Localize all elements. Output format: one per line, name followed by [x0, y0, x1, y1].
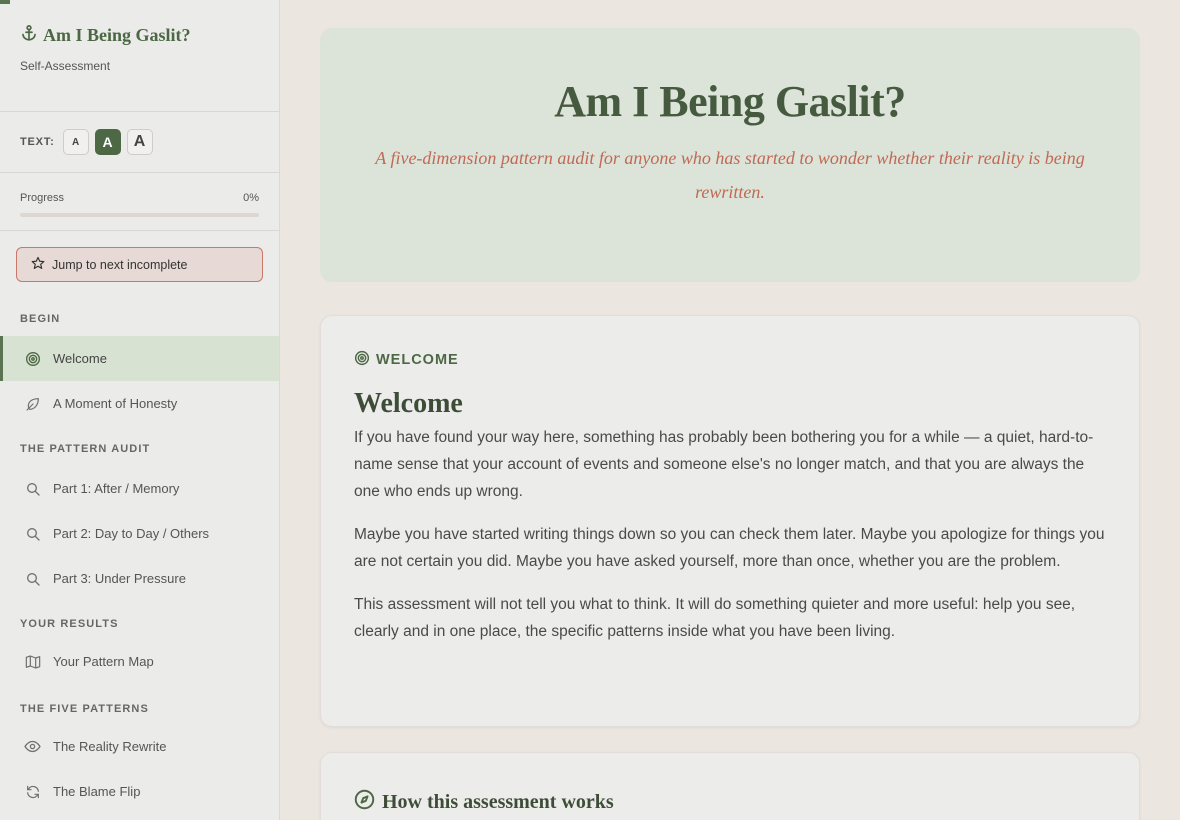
progress-bar [20, 213, 259, 217]
brand-subtitle: Self-Assessment [20, 59, 111, 73]
how-it-works-heading: How this assessment works [354, 789, 1106, 816]
nav-item-label: Welcome [53, 351, 107, 366]
nav-item-part-2[interactable]: Part 2: Day to Day / Others [0, 511, 279, 556]
refresh-icon [24, 783, 41, 800]
progress-panel: Progress 0% [0, 173, 279, 231]
anchor-icon [20, 24, 38, 47]
brand-title-text: Am I Being Gaslit? [43, 25, 191, 45]
nav-item-label: Part 3: Under Pressure [53, 571, 186, 586]
welcome-card: WELCOME Welcome If you have found your w… [320, 315, 1140, 727]
text-size-small-button[interactable]: A [62, 129, 89, 155]
brand-title[interactable]: Am I Being Gaslit? [20, 24, 259, 47]
nav-section-begin: BEGIN [20, 313, 61, 325]
search-icon [24, 525, 41, 542]
nav-item-reality-rewrite[interactable]: The Reality Rewrite [0, 724, 279, 769]
welcome-eyebrow-text: WELCOME [376, 352, 459, 368]
map-icon [24, 653, 41, 670]
welcome-paragraph: This assessment will not tell you what t… [354, 596, 1076, 640]
welcome-title: Welcome [354, 388, 463, 419]
nav-item-pattern-map[interactable]: Your Pattern Map [0, 639, 279, 684]
nav-item-blame-flip[interactable]: The Blame Flip [0, 769, 279, 814]
star-icon [31, 256, 45, 273]
nav-item-label: The Reality Rewrite [53, 739, 167, 754]
nav-item-part-1[interactable]: Part 1: After / Memory [0, 466, 279, 511]
welcome-paragraph: If you have found your way here, somethi… [354, 429, 1094, 500]
leaf-icon [24, 395, 41, 412]
hero-banner: Am I Being Gaslit? A five-dimension patt… [320, 28, 1140, 282]
welcome-paragraph: Maybe you have started writing things do… [354, 526, 1105, 570]
text-size-control: TEXT: A A A [0, 112, 279, 173]
nav-item-label: Part 2: Day to Day / Others [53, 526, 210, 541]
nav-item-moment-of-honesty[interactable]: A Moment of Honesty [0, 381, 279, 426]
nav-section-your-results: YOUR RESULTS [20, 618, 119, 630]
compass-icon [354, 789, 375, 816]
brand: Am I Being Gaslit? Self-Assessment [0, 0, 279, 112]
how-it-works-card: How this assessment works [320, 752, 1140, 820]
how-it-works-title: How this assessment works [382, 791, 614, 813]
nav-item-part-3[interactable]: Part 3: Under Pressure [0, 556, 279, 601]
text-size-large-button[interactable]: A [126, 129, 153, 155]
jump-next-incomplete-button[interactable]: Jump to next incomplete [16, 247, 263, 282]
jump-button-label: Jump to next incomplete [52, 257, 188, 272]
nav-item-label: Part 1: After / Memory [53, 481, 180, 496]
welcome-eyebrow: WELCOME [354, 350, 1106, 370]
target-icon [354, 350, 370, 370]
nav-item-welcome[interactable]: Welcome [0, 336, 279, 381]
nav-item-label: Your Pattern Map [53, 654, 154, 669]
search-icon [24, 480, 41, 497]
target-icon [24, 350, 41, 367]
search-icon [24, 570, 41, 587]
nav-item-label: The Blame Flip [53, 784, 141, 799]
progress-value: 0% [243, 192, 259, 204]
eye-icon [24, 738, 41, 755]
sidebar: Am I Being Gaslit? Self-Assessment TEXT:… [0, 0, 280, 820]
page-title: Am I Being Gaslit? [554, 77, 906, 126]
nav-section-pattern-audit: THE PATTERN AUDIT [20, 443, 151, 455]
nav-item-label: A Moment of Honesty [53, 396, 178, 411]
page-subtitle: A five-dimension pattern audit for anyon… [375, 148, 1085, 202]
progress-label: Progress [20, 192, 65, 204]
nav-section-five-patterns: THE FIVE PATTERNS [20, 703, 149, 715]
text-size-label: TEXT: [20, 136, 55, 148]
text-size-medium-button[interactable]: A [94, 129, 121, 155]
